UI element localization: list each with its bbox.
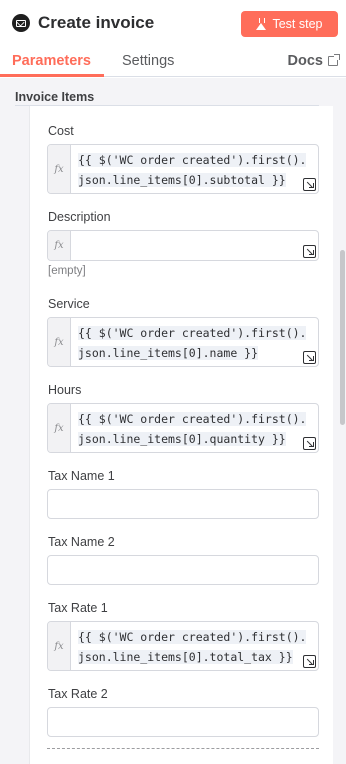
fx-icon: fx (48, 318, 71, 366)
tax-name-1-label: Tax Name 1 (48, 469, 115, 483)
service-expression-line2: json.line_items[0].name }} (78, 346, 259, 360)
node-title: Create invoice (38, 13, 155, 32)
tax-name-1-input[interactable] (47, 489, 319, 519)
tax-rate-1-label: Tax Rate 1 (48, 601, 108, 615)
tab-settings[interactable]: Settings (122, 53, 174, 69)
hours-expression-line1: {{ $('WC order created').first(). (78, 412, 307, 426)
description-expression-field[interactable]: fx (47, 230, 319, 261)
cost-label: Cost (48, 124, 74, 138)
cost-expression-text: {{ $('WC order created').first(). json.l… (78, 150, 316, 190)
tax-rate-2-input[interactable] (47, 707, 319, 737)
expand-editor-icon[interactable] (303, 437, 316, 450)
flask-icon (256, 18, 267, 30)
external-link-icon (328, 54, 340, 66)
hours-expression-line2: json.line_items[0].quantity }} (78, 432, 286, 446)
cost-expression-line2: json.line_items[0].subtotal }} (78, 173, 286, 187)
service-expression-text: {{ $('WC order created').first(). json.l… (78, 323, 316, 363)
cost-expression-line1: {{ $('WC order created').first(). (78, 153, 307, 167)
tax-rate-1-expression-field[interactable]: fx {{ $('WC order created').first(). jso… (47, 621, 319, 671)
collection-rail (29, 106, 30, 764)
tax-rate-1-expression-text: {{ $('WC order created').first(). json.l… (78, 627, 316, 667)
tax-rate-1-expression-line2: json.line_items[0].total_tax }} (78, 650, 293, 664)
docs-label: Docs (287, 53, 323, 69)
cost-expression-field[interactable]: fx {{ $('WC order created').first(). jso… (47, 144, 319, 194)
hours-expression-text: {{ $('WC order created').first(). json.l… (78, 409, 316, 449)
hours-label: Hours (48, 383, 82, 397)
item-divider (47, 748, 319, 749)
fx-icon: fx (48, 404, 71, 452)
test-step-label: Test step (272, 17, 323, 31)
expand-editor-icon[interactable] (303, 245, 316, 258)
hours-expression-field[interactable]: fx {{ $('WC order created').first(). jso… (47, 403, 319, 453)
description-empty-hint: [empty] (48, 265, 86, 277)
docs-link[interactable]: Docs (287, 53, 340, 69)
tax-name-2-input[interactable] (47, 555, 319, 585)
node-header: Create invoice Test step (0, 0, 346, 46)
expand-editor-icon[interactable] (303, 178, 316, 191)
envelope-icon (12, 14, 30, 32)
service-label: Service (48, 297, 90, 311)
fx-icon: fx (48, 145, 71, 193)
expand-editor-icon[interactable] (303, 351, 316, 364)
tab-bar: Parameters Settings Docs (0, 46, 346, 77)
description-label: Description (48, 210, 111, 224)
fx-icon: fx (48, 231, 71, 260)
tax-rate-2-label: Tax Rate 2 (48, 687, 108, 701)
section-title-invoice-items: Invoice Items (15, 90, 95, 104)
service-expression-field[interactable]: fx {{ $('WC order created').first(). jso… (47, 317, 319, 367)
tab-parameters[interactable]: Parameters (12, 53, 91, 69)
scrollbar-thumb[interactable] (340, 250, 345, 425)
fx-icon: fx (48, 622, 71, 670)
service-expression-line1: {{ $('WC order created').first(). (78, 326, 307, 340)
tax-name-2-label: Tax Name 2 (48, 535, 115, 549)
expand-editor-icon[interactable] (303, 655, 316, 668)
active-tab-indicator (0, 74, 104, 77)
test-step-button[interactable]: Test step (241, 11, 338, 37)
tax-rate-1-expression-line1: {{ $('WC order created').first(). (78, 630, 307, 644)
